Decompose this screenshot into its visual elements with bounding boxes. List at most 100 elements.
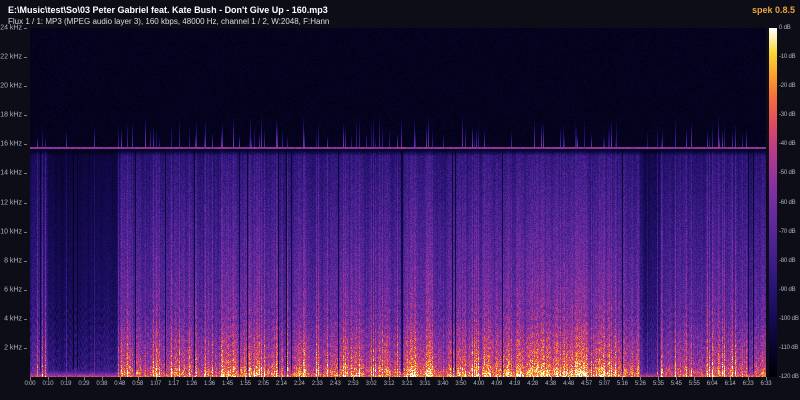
app-version: spek 0.8.5	[752, 5, 795, 15]
frequency-tick	[24, 348, 27, 349]
time-tick	[30, 377, 31, 380]
legend-gradient-bar	[769, 28, 777, 377]
time-tick-label: 5:16	[617, 381, 628, 387]
time-tick-label: 4:57	[581, 381, 592, 387]
time-tick-label: 4:19	[509, 381, 520, 387]
time-tick	[604, 377, 605, 380]
frequency-tick-label: 10 kHz	[0, 228, 22, 235]
frequency-tick	[24, 261, 27, 262]
time-tick-label: 1:36	[204, 381, 215, 387]
time-tick	[640, 377, 641, 380]
time-tick-label: 1:55	[240, 381, 251, 387]
time-tick	[515, 377, 516, 380]
time-tick	[586, 377, 587, 380]
time-tick	[479, 377, 480, 380]
time-tick-label: 6:33	[761, 381, 772, 387]
time-tick-label: 6:23	[743, 381, 754, 387]
frequency-tick	[24, 290, 27, 291]
db-tick-label: -110 dB	[779, 345, 798, 351]
time-tick-label: 5:55	[689, 381, 700, 387]
time-tick-label: 0:38	[96, 381, 107, 387]
time-tick	[551, 377, 552, 380]
time-tick	[156, 377, 157, 380]
time-tick	[694, 377, 695, 380]
db-tick-label: -90 dB	[779, 287, 795, 293]
frequency-tick	[24, 173, 27, 174]
time-tick-label: 1:26	[186, 381, 197, 387]
db-tick-label: -10 dB	[779, 54, 795, 60]
time-tick-label: 0:58	[132, 381, 143, 387]
frequency-tick-label: 18 kHz	[0, 112, 22, 119]
time-tick	[425, 377, 426, 380]
time-tick-label: 2:43	[330, 381, 341, 387]
frequency-tick	[24, 115, 27, 116]
spectrogram-canvas	[30, 28, 766, 377]
time-tick	[497, 377, 498, 380]
file-path-title: E:\Music\test\So\03 Peter Gabriel feat. …	[8, 5, 328, 15]
frequency-tick	[24, 86, 27, 87]
frequency-tick-label: 2 kHz	[4, 344, 22, 351]
time-tick-label: 0:00	[25, 381, 36, 387]
frequency-tick	[24, 57, 27, 58]
frequency-tick-label: 24 kHz	[0, 25, 22, 32]
time-tick	[443, 377, 444, 380]
time-tick	[712, 377, 713, 380]
time-tick-label: 2:05	[258, 381, 269, 387]
time-tick-label: 3:02	[366, 381, 377, 387]
time-tick-label: 2:24	[294, 381, 305, 387]
time-axis: 0:000:100:190:290:380:480:581:071:171:26…	[30, 377, 766, 393]
frequency-tick	[24, 319, 27, 320]
time-tick-label: 5:45	[671, 381, 682, 387]
db-tick-label: -50 dB	[779, 170, 795, 176]
time-tick-label: 1:45	[222, 381, 233, 387]
time-tick-label: 0:48	[114, 381, 125, 387]
db-tick-label: -60 dB	[779, 200, 795, 206]
db-tick-label: -80 dB	[779, 258, 795, 264]
frequency-tick	[24, 28, 27, 29]
time-tick-label: 0:19	[60, 381, 71, 387]
time-tick-label: 6:04	[707, 381, 718, 387]
time-tick	[210, 377, 211, 380]
time-tick	[192, 377, 193, 380]
time-tick-label: 3:40	[437, 381, 448, 387]
time-tick	[335, 377, 336, 380]
frequency-tick	[24, 232, 27, 233]
time-tick	[389, 377, 390, 380]
time-tick	[317, 377, 318, 380]
frequency-tick-label: 14 kHz	[0, 170, 22, 177]
spectrogram-plot	[30, 28, 766, 377]
time-tick	[48, 377, 49, 380]
frequency-tick-label: 22 kHz	[0, 54, 22, 61]
db-tick-label: 0 dB	[779, 25, 791, 31]
frequency-tick-label: 12 kHz	[0, 199, 22, 206]
time-tick	[676, 377, 677, 380]
time-tick	[407, 377, 408, 380]
time-tick	[299, 377, 300, 380]
time-tick	[658, 377, 659, 380]
time-tick-label: 1:07	[150, 381, 161, 387]
frequency-axis: 24 kHz22 kHz20 kHz18 kHz16 kHz14 kHz12 k…	[0, 28, 27, 377]
time-tick	[66, 377, 67, 380]
time-tick	[622, 377, 623, 380]
time-tick	[766, 377, 767, 380]
time-tick	[102, 377, 103, 380]
time-tick-label: 6:14	[725, 381, 736, 387]
db-tick-label: -100 dB	[779, 316, 799, 322]
db-tick-label: -120 dB	[779, 374, 799, 380]
time-tick	[730, 377, 731, 380]
db-axis: 0 dB-10 dB-20 dB-30 dB-40 dB-50 dB-60 dB…	[779, 28, 800, 377]
frequency-tick-label: 16 kHz	[0, 141, 22, 148]
time-tick	[263, 377, 264, 380]
time-tick-label: 0:29	[78, 381, 89, 387]
frequency-tick	[24, 144, 27, 145]
time-tick-label: 5:07	[599, 381, 610, 387]
frequency-tick-label: 4 kHz	[4, 315, 22, 322]
frequency-tick-label: 6 kHz	[4, 286, 22, 293]
time-tick	[533, 377, 534, 380]
time-tick	[748, 377, 749, 380]
time-tick	[227, 377, 228, 380]
time-tick-label: 2:33	[312, 381, 323, 387]
time-tick	[281, 377, 282, 380]
db-tick-label: -20 dB	[779, 83, 795, 89]
app-window: E:\Music\test\So\03 Peter Gabriel feat. …	[0, 0, 800, 400]
